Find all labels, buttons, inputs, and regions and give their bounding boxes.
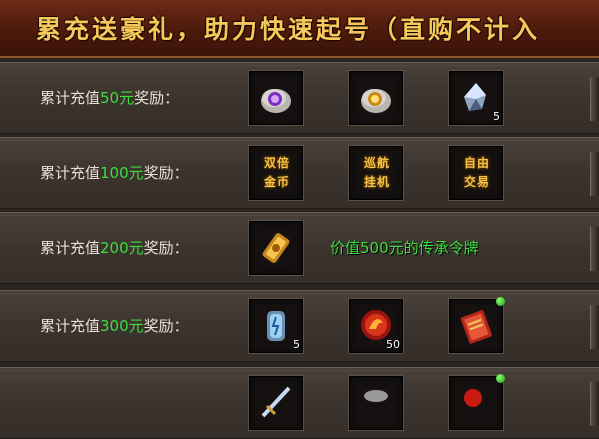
sword-icon <box>261 386 291 418</box>
silver-item-icon <box>364 390 388 402</box>
reward-slot[interactable] <box>448 374 505 431</box>
text-badge-icon: 双倍 金币 <box>263 156 290 189</box>
text-badge-icon: 自由 交易 <box>463 156 490 189</box>
row-side-edge <box>590 305 599 349</box>
reward-slot[interactable]: 50 <box>348 298 404 354</box>
reward-slot[interactable]: 5 <box>448 70 504 126</box>
row-side-edge <box>590 77 599 121</box>
reward-slot[interactable] <box>448 297 505 354</box>
reward-slot[interactable] <box>248 70 304 126</box>
reward-description: 价值500元的传承令牌 <box>330 239 479 257</box>
banner-title: 累充送豪礼，助力快速起号（直购不计入 <box>36 15 541 44</box>
row-side-edge <box>590 382 599 426</box>
item-count: 5 <box>293 338 300 351</box>
red-orb-icon <box>464 389 482 407</box>
new-indicator-icon <box>496 297 505 306</box>
reward-slot[interactable] <box>348 70 404 126</box>
reward-row-50: 累计充值50元奖励： 5 <box>0 62 599 134</box>
reward-row-100: 累计充值100元奖励： 双倍 金币 巡航 挂机 自由 交易 <box>0 137 599 209</box>
golden-token-icon <box>262 233 290 263</box>
red-book-icon <box>460 310 492 344</box>
reward-slot-auto-hunt[interactable]: 巡航 挂机 <box>348 145 404 201</box>
recharge-amount: 300元 <box>100 317 144 335</box>
row-side-edge <box>590 227 599 271</box>
reward-slot[interactable]: 5 <box>248 298 304 354</box>
reward-row-partial <box>0 367 599 439</box>
reward-label: 累计充值300元奖励： <box>40 317 189 335</box>
reward-slot-double-gold[interactable]: 双倍 金币 <box>248 145 304 201</box>
item-count: 50 <box>386 338 400 351</box>
recharge-amount: 100元 <box>100 164 144 182</box>
reward-label: 累计充值200元奖励： <box>40 239 189 257</box>
reward-slot[interactable] <box>248 220 304 276</box>
purple-rune-stone-icon <box>261 89 291 113</box>
reward-slot-free-trade[interactable]: 自由 交易 <box>448 145 504 201</box>
event-banner: 累充送豪礼，助力快速起号（直购不计入 <box>0 0 599 58</box>
item-count: 5 <box>493 110 500 123</box>
reward-row-300: 累计充值300元奖励： 5 50 <box>0 290 599 362</box>
gold-rune-stone-icon <box>361 89 391 113</box>
new-indicator-icon <box>496 374 505 383</box>
reward-row-200: 累计充值200元奖励： 价值500元的传承令牌 <box>0 212 599 284</box>
recharge-amount: 50元 <box>100 89 135 107</box>
row-side-edge <box>590 152 599 196</box>
recharge-amount: 200元 <box>100 239 144 257</box>
reward-label: 累计充值50元奖励： <box>40 89 180 107</box>
reward-slot[interactable] <box>248 375 304 431</box>
text-badge-icon: 巡航 挂机 <box>363 156 390 189</box>
reward-label: 累计充值100元奖励： <box>40 164 189 182</box>
reward-slot[interactable] <box>348 375 404 431</box>
